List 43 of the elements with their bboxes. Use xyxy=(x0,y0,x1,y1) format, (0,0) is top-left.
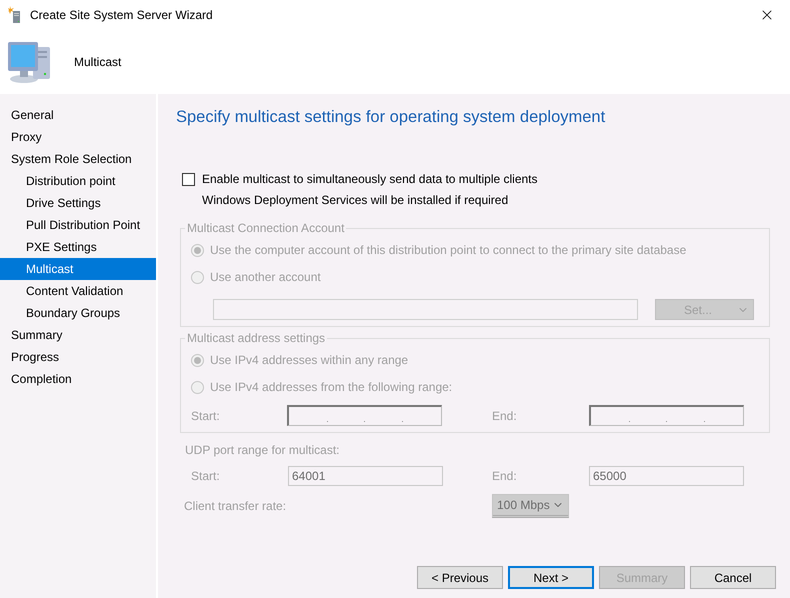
radio-label: Use the computer account of this distribution point to connect to the primary site database xyxy=(210,243,686,257)
end-label: End: xyxy=(491,469,518,483)
checkbox-label: Enable multicast to simultaneously send data to multiple clients xyxy=(202,172,538,186)
end-label: End: xyxy=(492,408,518,422)
note-text: Windows Deployment Services will be installed if required xyxy=(202,193,510,207)
ip-start-field[interactable] xyxy=(287,405,442,426)
start-label: Start: xyxy=(191,408,221,422)
group-title: Multicast Connection Account xyxy=(186,221,346,235)
sidebar-item[interactable]: General xyxy=(0,104,156,126)
sidebar-item[interactable]: Boundary Groups xyxy=(0,302,156,324)
enable-checkbox-row[interactable]: Enable multicast to simultaneously send data to multiple clients xyxy=(182,172,776,186)
radio-button[interactable] xyxy=(191,380,204,394)
sidebar-item[interactable]: Pull Distribution Point xyxy=(0,214,156,236)
radio-label: Use IPv4 addresses from the following range: xyxy=(210,380,452,394)
sidebar-item[interactable]: Drive Settings xyxy=(0,192,156,214)
transfer-rate-label: Client transfer rate: xyxy=(184,499,288,513)
checkbox[interactable] xyxy=(182,172,195,186)
port-end-field[interactable]: 65000 xyxy=(589,466,744,486)
radio-label: Use IPv4 addresses within any range xyxy=(210,353,408,367)
ip-end-field[interactable] xyxy=(589,405,744,426)
port-start-field[interactable]: 64001 xyxy=(288,466,443,486)
sidebar-item[interactable]: Multicast xyxy=(0,258,156,280)
radio-button[interactable] xyxy=(191,354,204,366)
radio-label: Use another account xyxy=(210,270,321,284)
server-icon xyxy=(8,6,22,24)
sidebar-item[interactable]: Summary xyxy=(0,324,156,346)
start-label: Start: xyxy=(191,469,221,483)
wizard-button[interactable]: Cancel xyxy=(690,566,776,589)
sidebar-item[interactable]: Content Validation xyxy=(0,280,156,302)
page-title: Multicast xyxy=(74,55,122,69)
sidebar-item[interactable]: PXE Settings xyxy=(0,236,156,258)
sidebar-item[interactable]: System Role Selection xyxy=(0,148,156,170)
window-title: Create Site System Server Wizard xyxy=(30,8,214,22)
wizard-button[interactable]: Next > xyxy=(508,566,594,589)
sidebar-item[interactable]: Distribution point xyxy=(0,170,156,192)
udp-title: UDP port range for multicast: xyxy=(185,443,341,457)
wizard-button[interactable]: < Previous xyxy=(417,566,503,589)
section-heading: Specify multicast settings for operating system deployment xyxy=(176,108,606,128)
group-title: Multicast address settings xyxy=(186,331,326,345)
sidebar-item[interactable]: Completion xyxy=(0,368,156,390)
sidebar-item[interactable]: Progress xyxy=(0,346,156,368)
computer-icon xyxy=(6,39,52,85)
sidebar-item[interactable]: Proxy xyxy=(0,126,156,148)
